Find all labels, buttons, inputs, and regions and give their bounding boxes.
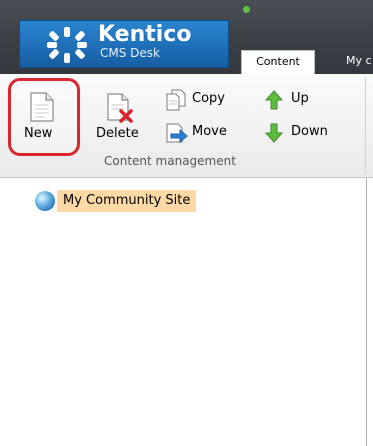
delete-document-icon[interactable] [107,93,135,123]
tree-root-label[interactable]: My Community Site [57,190,197,212]
up-label: Up [291,91,309,106]
up-button[interactable]: Up [265,88,315,112]
move-label: Move [192,124,227,139]
tree-root-item[interactable]: My Community Site [35,190,275,213]
ribbon-divider [365,78,366,174]
kentico-logo: Kentico CMS Desk [19,20,229,68]
move-button[interactable]: Move [166,121,236,145]
content-management-label: Content management [104,154,236,168]
arrow-down-icon [265,123,283,143]
arrow-up-icon [265,90,283,110]
copy-button[interactable]: Copy [166,88,236,112]
copy-label: Copy [192,91,225,106]
tab-my-desk[interactable]: My c [344,50,373,74]
site-status-icon [243,6,250,13]
move-icon [166,123,188,144]
down-label: Down [291,124,328,139]
logo-title: Kentico [98,22,192,47]
down-button[interactable]: Down [265,121,340,145]
globe-icon [35,191,55,211]
app-header: Kentico CMS Desk Content My c [0,0,373,74]
new-document-icon [30,92,54,122]
tab-content[interactable]: Content [241,50,315,74]
delete-button-label[interactable]: Delete [96,126,139,141]
copy-icon [166,89,186,111]
logo-subtitle: CMS Desk [100,46,160,60]
content-tree-border [366,178,367,446]
kentico-logo-icon [47,27,87,63]
new-button-label: New [24,126,53,141]
